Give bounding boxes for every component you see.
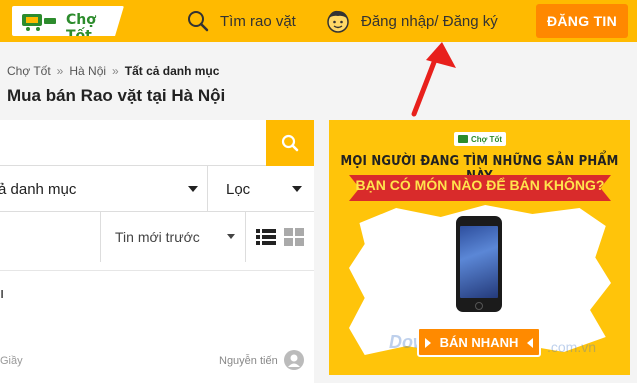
breadcrumb-item-current: Tất cả danh mục bbox=[124, 64, 220, 78]
logo-text: Chợ Tốt bbox=[66, 12, 96, 44]
arrow-right-icon bbox=[425, 338, 431, 348]
grid-view-icon[interactable] bbox=[284, 228, 304, 246]
ad-phone-screen bbox=[460, 226, 498, 298]
search-nav-link[interactable]: Tìm rao vặt bbox=[186, 8, 296, 34]
breadcrumb-item-city[interactable]: Hà Nội bbox=[69, 64, 106, 78]
search-icon bbox=[188, 11, 209, 32]
ad-logo: Chợ Tốt bbox=[454, 132, 506, 146]
search-icon bbox=[281, 134, 299, 152]
sort-select-value: Tin mới trước bbox=[115, 229, 200, 245]
watermark-domain: .com.vn bbox=[547, 339, 597, 355]
top-header: Chợ Tốt Tìm rao vặt Đăng nhập/ Đăng ký Đ… bbox=[0, 0, 637, 42]
ad-phone-home-button bbox=[475, 302, 483, 310]
filter-row: ả danh mục Lọc bbox=[0, 166, 314, 212]
sell-fast-button[interactable]: BÁN NHANH bbox=[417, 327, 541, 357]
category-select-value: ả danh mục bbox=[0, 180, 77, 198]
avatar-icon bbox=[284, 350, 304, 370]
search-nav-label: Tìm rao vặt bbox=[220, 12, 296, 30]
page-title: Mua bán Rao vặt tại Hà Nội bbox=[7, 86, 226, 105]
ad-logo-text: Chợ Tốt bbox=[470, 134, 502, 144]
chevron-down-icon bbox=[227, 234, 235, 239]
sort-row: Tin mới trước bbox=[0, 212, 314, 264]
arrow-left-icon bbox=[527, 338, 533, 348]
search-button[interactable] bbox=[266, 120, 314, 166]
login-register-link[interactable]: Đăng nhập/ Đăng ký bbox=[325, 8, 498, 34]
list-view-icon[interactable] bbox=[256, 228, 276, 246]
ad-subheadline: BẠN CÓ MÓN NÀO ĐỂ BÁN KHÔNG? bbox=[355, 177, 605, 193]
listing-user-name: Nguyễn tiến bbox=[219, 355, 278, 367]
logo-cart-icon bbox=[22, 14, 56, 31]
breadcrumb-separator: » bbox=[112, 64, 119, 78]
breadcrumb-separator: » bbox=[56, 64, 64, 78]
breadcrumb-item-home[interactable]: Chợ Tốt bbox=[7, 64, 51, 78]
arrow-annotation bbox=[411, 42, 456, 117]
search-input[interactable] bbox=[0, 120, 314, 166]
listing-title: ı bbox=[0, 285, 5, 302]
category-select[interactable]: ả danh mục bbox=[0, 166, 208, 212]
sort-select[interactable]: Tin mới trước bbox=[100, 212, 246, 262]
listing-item[interactable]: ı Giầy Nguyễn tiến bbox=[0, 270, 314, 383]
post-ad-button[interactable]: ĐĂNG TIN bbox=[536, 4, 628, 38]
search-panel: ả danh mục Lọc Tin mới trước bbox=[0, 120, 314, 270]
chotot-logo[interactable]: Chợ Tốt bbox=[12, 6, 124, 36]
chevron-down-icon bbox=[292, 186, 302, 192]
sell-fast-label: BÁN NHANH bbox=[439, 334, 519, 350]
listing-category: Giầy bbox=[0, 355, 23, 367]
breadcrumb: Chợ Tốt » Hà Nội » Tất cả danh mục bbox=[7, 64, 219, 78]
ad-banner[interactable]: Chợ Tốt MỌI NGƯỜI ĐANG TÌM NHỮNG SẢN PHẨ… bbox=[329, 120, 630, 375]
login-register-label: Đăng nhập/ Đăng ký bbox=[361, 12, 498, 30]
chevron-down-icon bbox=[188, 186, 198, 192]
filter-select-value: Lọc bbox=[226, 180, 251, 198]
filter-select[interactable]: Lọc bbox=[208, 166, 314, 212]
user-face-icon bbox=[327, 10, 349, 33]
